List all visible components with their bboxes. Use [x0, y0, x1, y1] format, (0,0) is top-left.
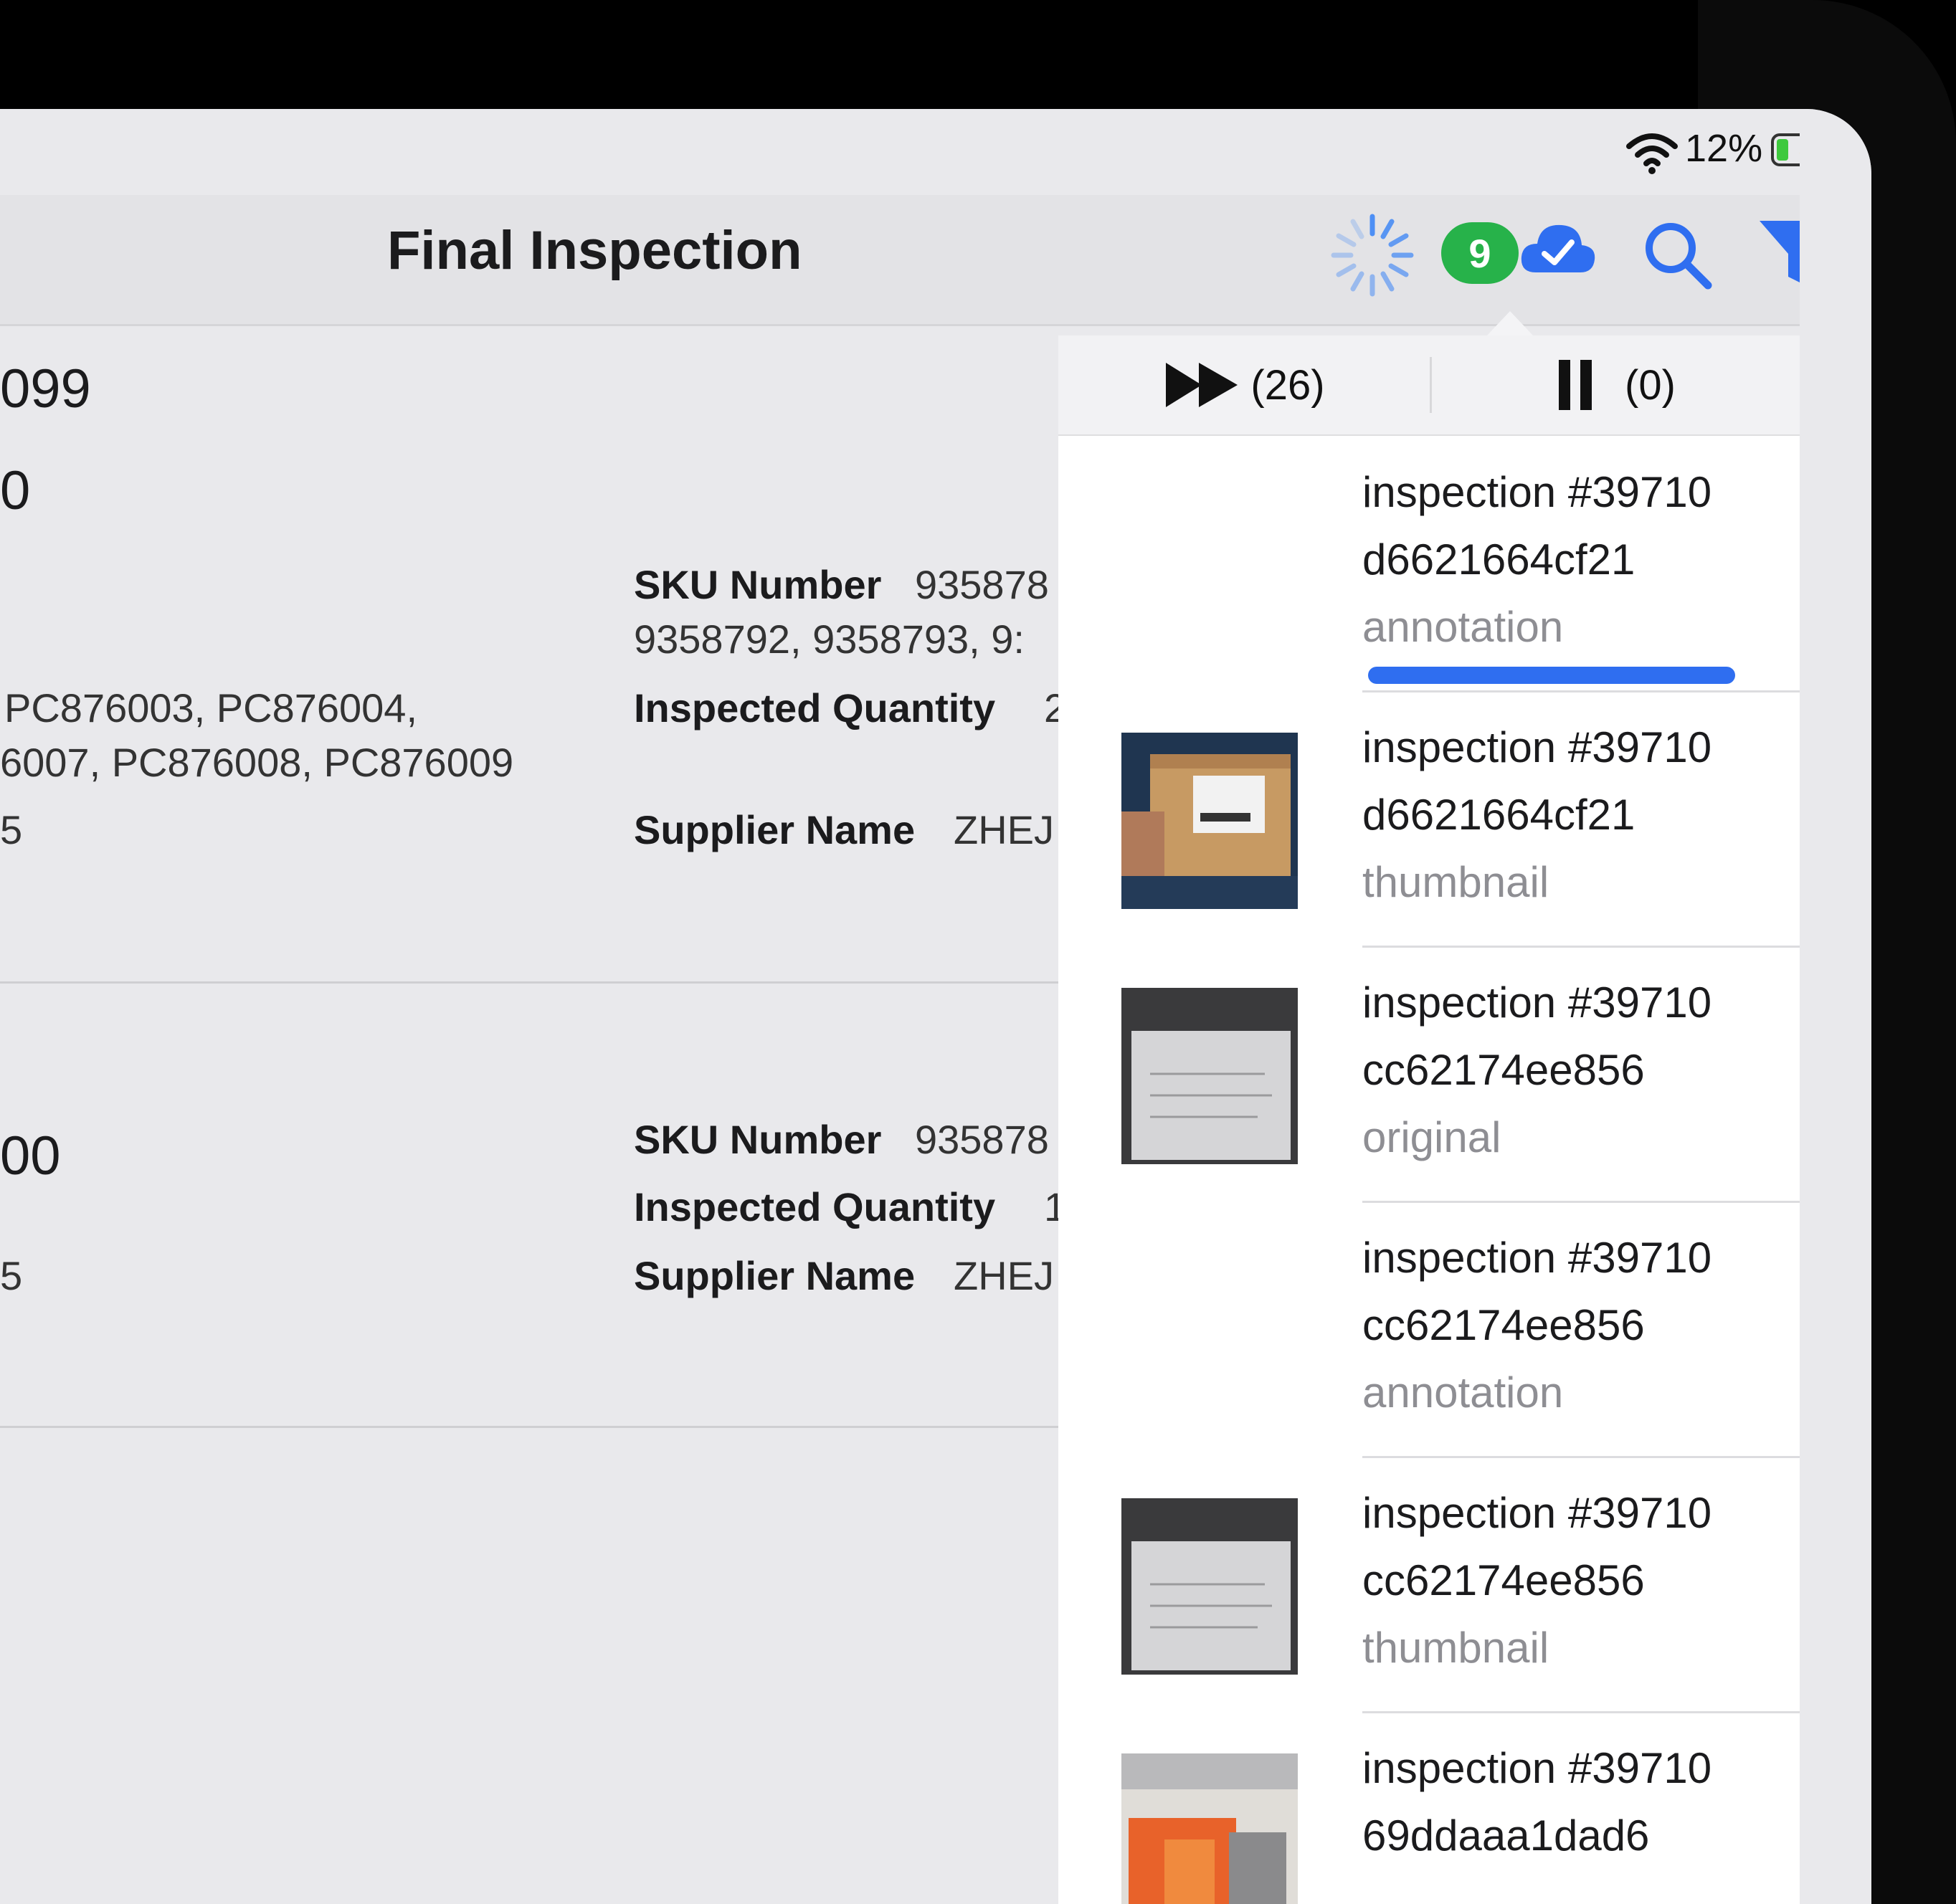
upload-item-type: thumbnail: [1362, 858, 1549, 906]
row2-supplier-value: ZHEJ: [954, 1253, 1054, 1298]
row1-trailing-number: 5: [0, 807, 23, 852]
upload-item-id: cc62174ee856: [1362, 1301, 1645, 1349]
row2-trailing-number: 5: [0, 1253, 23, 1298]
upload-item-type: annotation: [1362, 1368, 1564, 1417]
device-frame: 12% ⚡ Final Inspection: [0, 0, 1956, 1904]
row2-sku-label: SKU Number: [634, 1117, 882, 1162]
upload-item-title: inspection #39710: [1362, 723, 1712, 771]
paused-count: (0): [1625, 361, 1676, 409]
upload-item-type: thumbnail: [1362, 1624, 1549, 1672]
upload-item[interactable]: inspection #39710 cc62174ee856 annotatio…: [1058, 1203, 1800, 1458]
search-icon[interactable]: [1642, 219, 1714, 291]
orange-package-photo-thumbnail: [1121, 1753, 1298, 1904]
fast-forward-icon: [1166, 363, 1238, 407]
row1-sku-value: 935878: [915, 562, 1049, 607]
row2-sku-value: 935878: [915, 1117, 1049, 1162]
pause-icon: [1559, 360, 1592, 410]
upload-item[interactable]: inspection #39710 cc62174ee856 thumbnail: [1058, 1458, 1800, 1713]
row1-quantity-label: Inspected Quantity: [634, 685, 996, 730]
upload-item-id: cc62174ee856: [1362, 1046, 1645, 1094]
upload-item[interactable]: inspection #39710 d6621664cf21 thumbnail: [1058, 692, 1800, 948]
popover-arrow: [1486, 311, 1534, 337]
document-photo-thumbnail: [1121, 1498, 1298, 1675]
row2-supplier-label: Supplier Name: [634, 1253, 916, 1298]
upload-item-id: cc62174ee856: [1362, 1556, 1645, 1604]
row1-supplier-value: ZHEJ: [954, 807, 1054, 852]
box-photo-thumbnail: [1121, 733, 1298, 909]
row1-sku-label: SKU Number: [634, 562, 882, 607]
row1-sku-continued: 9358792, 9358793, 9:: [634, 617, 1025, 662]
row1-codes-line2: 6007, PC876008, PC876009: [0, 740, 514, 785]
queue-segmented-control: (26) (0): [1058, 335, 1800, 436]
upload-progress-bar: [1368, 667, 1735, 684]
upload-item-id: d6621664cf21: [1362, 536, 1635, 584]
upload-item[interactable]: inspection #39710 d6621664cf21 annotatio…: [1058, 437, 1800, 692]
row2-quantity-label: Inspected Quantity: [634, 1184, 996, 1229]
running-queue-button[interactable]: (26): [1058, 335, 1430, 434]
sync-count-badge[interactable]: 9: [1441, 222, 1519, 284]
upload-item-id: d6621664cf21: [1362, 791, 1635, 839]
row2-number: 00: [0, 1125, 61, 1186]
running-count: (26): [1250, 361, 1325, 409]
upload-item-type: annotation: [1362, 603, 1564, 651]
upload-item-title: inspection #39710: [1362, 1744, 1712, 1792]
upload-item-title: inspection #39710: [1362, 1234, 1712, 1282]
navigation-bar: Final Inspection 9: [0, 195, 1871, 326]
cloud-check-icon[interactable]: [1519, 216, 1597, 281]
wifi-icon: [1626, 133, 1678, 174]
row1-number: 099: [0, 358, 91, 419]
upload-item-title: inspection #39710: [1362, 1489, 1712, 1537]
screen: 12% ⚡ Final Inspection: [0, 109, 1871, 1904]
upload-item[interactable]: inspection #39710 cc62174ee856 original: [1058, 948, 1800, 1203]
row1-secondary-number: 0: [0, 460, 31, 521]
row1-supplier-label: Supplier Name: [634, 807, 916, 852]
upload-queue-popover: (26) (0) inspection #39710 d6621664cf21 …: [1058, 335, 1800, 1904]
screen-edge: [1800, 109, 1871, 1904]
upload-item-id: 69ddaaa1dad6: [1362, 1812, 1650, 1860]
upload-item-title: inspection #39710: [1362, 979, 1712, 1027]
upload-item[interactable]: inspection #39710 69ddaaa1dad6: [1058, 1713, 1800, 1904]
document-photo-thumbnail: [1121, 988, 1298, 1164]
paused-queue-button[interactable]: (0): [1432, 335, 1800, 434]
battery-fill: [1777, 139, 1788, 161]
activity-spinner-icon: [1331, 214, 1414, 297]
upload-item-title: inspection #39710: [1362, 468, 1712, 516]
upload-item-type: original: [1362, 1113, 1501, 1161]
row1-codes-line1: PC876003, PC876004,: [4, 685, 417, 730]
page-title: Final Inspection: [387, 220, 802, 281]
status-bar: 12% ⚡: [0, 109, 1871, 195]
battery-percent: 12%: [1685, 127, 1763, 170]
